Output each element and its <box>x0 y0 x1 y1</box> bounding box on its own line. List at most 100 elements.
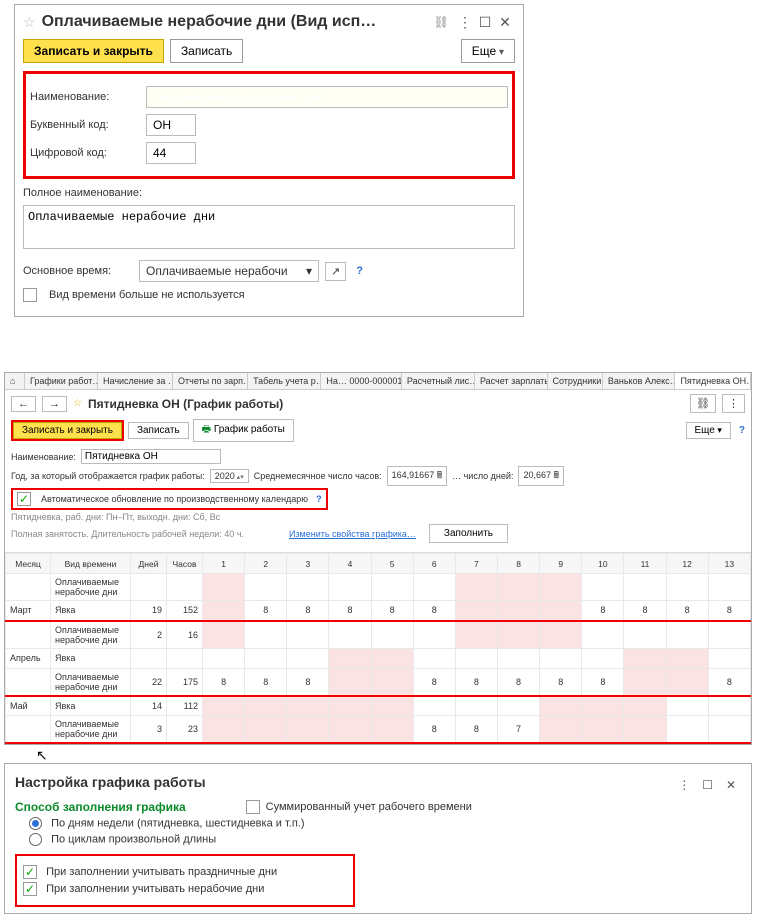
kebab-icon[interactable]: ⋮ <box>455 14 475 31</box>
kebab-icon[interactable]: ⋮ <box>674 778 694 792</box>
favorite-icon[interactable]: ☆ <box>23 14 36 31</box>
window-title: Оплачиваемые нерабочие дни (Вид исп… <box>42 13 428 31</box>
tab-item[interactable]: Сотрудники× <box>548 373 603 389</box>
auto-update-checkbox[interactable] <box>17 492 31 506</box>
cursor-pointer-icon: ↖ <box>36 747 48 764</box>
fullname-textarea[interactable]: Оплачиваемые нерабочие дни <box>23 205 515 249</box>
link-icon[interactable]: ⛓ <box>434 15 449 29</box>
tab-item[interactable]: Отчеты по зарп…× <box>173 373 248 389</box>
by-cycles-label: По циклам произвольной длины <box>51 833 216 845</box>
name-label: Наименование: <box>11 452 76 462</box>
fullname-label: Полное наименование: <box>23 187 142 199</box>
digit-code-label: Цифровой код: <box>30 147 140 159</box>
subtitlebar: ← → ☆ Пятидневка ОН (График работы) ⛓ ⋮ <box>5 390 751 417</box>
summarized-checkbox[interactable] <box>246 800 260 814</box>
tab-item[interactable]: На… 0000-0000010× <box>321 373 402 389</box>
nav-fwd-button[interactable]: → <box>42 396 67 412</box>
schedule-settings-dialog: Настройка графика работы ⋮ ☐ ✕ Способ за… <box>4 763 752 914</box>
name-input[interactable] <box>81 449 221 464</box>
tab-item[interactable]: Графики работ…× <box>25 373 98 389</box>
chevron-down-icon: ▾ <box>306 264 312 278</box>
tab-item[interactable]: Начисление за …× <box>98 373 173 389</box>
highlight-checks: При заполнении учитывать праздничные дни… <box>15 854 355 907</box>
work-schedule-window: ⌂ Графики работ…× Начисление за …× Отчет… <box>4 372 752 745</box>
link-icon[interactable]: ⛓ <box>690 394 716 413</box>
time-kind-dialog: ☆ Оплачиваемые нерабочие дни (Вид исп… ⛓… <box>14 4 524 317</box>
base-time-label: Основное время: <box>23 265 133 277</box>
tab-item[interactable]: Расчетный лис…× <box>402 373 475 389</box>
auto-update-label: Автоматическое обновление по производств… <box>41 494 308 504</box>
year-label: Год, за который отображается график рабо… <box>11 471 205 481</box>
base-time-value: Оплачиваемые нерабочи <box>146 264 302 278</box>
page-title: Настройка графика работы <box>15 774 674 790</box>
titlebar: ☆ Оплачиваемые нерабочие дни (Вид исп… ⛓… <box>23 13 515 31</box>
unused-label: Вид времени больше не используется <box>49 289 245 301</box>
consider-nonworkdays-checkbox[interactable] <box>23 882 37 896</box>
schedule-form: Наименование: Год, за который отображает… <box>5 444 751 548</box>
highlighted-fields: Наименование: Буквенный код: Цифровой ко… <box>23 71 515 179</box>
highlight-save-close: Записать и закрыть <box>11 420 124 441</box>
consider-nonworkdays-label: При заполнении учитывать нерабочие дни <box>46 883 264 895</box>
tab-item[interactable]: Табель учета р…× <box>248 373 321 389</box>
favorite-icon[interactable]: ☆ <box>73 398 82 409</box>
consider-holidays-label: При заполнении учитывать праздничные дни <box>46 866 277 878</box>
close-icon[interactable]: ✕ <box>721 778 741 792</box>
consider-holidays-checkbox[interactable] <box>23 865 37 879</box>
table-row[interactable]: Оплачиваемые нерабочие дни22175 88888888… <box>6 668 751 696</box>
titlebar: Настройка графика работы ⋮ ☐ ✕ <box>15 770 741 800</box>
unused-checkbox[interactable] <box>23 288 37 302</box>
digit-code-input[interactable] <box>146 142 196 164</box>
close-icon[interactable]: ✕ <box>495 14 515 31</box>
by-weekdays-radio[interactable] <box>29 817 42 830</box>
schedule-grid[interactable]: МесяцВид времениДнейЧасов 12345678910111… <box>5 552 751 744</box>
schedule-print-button[interactable]: 🖶 График работы <box>193 419 294 442</box>
tab-item-active[interactable]: Пятидневка ОН…× <box>675 373 751 389</box>
days-label: … число дней: <box>452 471 513 481</box>
highlight-auto-update: Автоматическое обновление по производств… <box>11 488 328 510</box>
command-bar: Записать и закрыть Записать Еще <box>23 39 515 63</box>
table-header-row: МесяцВид времениДнейЧасов 12345678910111… <box>6 554 751 574</box>
avg-hours-field[interactable]: 164,91667 🖩 <box>387 466 447 486</box>
save-button[interactable]: Записать <box>170 39 243 63</box>
help-icon[interactable]: ? <box>316 494 322 504</box>
method-heading: Способ заполнения графика <box>15 800 186 814</box>
by-cycles-radio[interactable] <box>29 833 42 846</box>
table-row[interactable]: Оплачиваемые нерабочие дни323 887 <box>6 716 751 744</box>
table-row[interactable]: АпрельЯвка <box>6 648 751 668</box>
year-input[interactable]: 2020 <box>210 469 249 483</box>
open-ref-button[interactable]: ↗ <box>325 262 346 281</box>
change-props-link[interactable]: Изменить свойства графика… <box>289 529 416 539</box>
maximize-icon[interactable]: ☐ <box>698 778 718 792</box>
table-row[interactable]: МайЯвка14112 <box>6 696 751 716</box>
maximize-icon[interactable]: ☐ <box>475 14 495 31</box>
days-field[interactable]: 20,667 🖩 <box>518 466 563 486</box>
letter-code-input[interactable] <box>146 114 196 136</box>
kebab-icon[interactable]: ⋮ <box>722 394 745 413</box>
command-bar: Записать и закрыть Записать 🖶 График раб… <box>5 417 751 444</box>
avg-hours-label: Среднемесячное число часов: <box>254 471 382 481</box>
base-time-dropdown[interactable]: Оплачиваемые нерабочи ▾ <box>139 260 319 282</box>
table-row[interactable]: Оплачиваемые нерабочие дни <box>6 574 751 601</box>
name-input[interactable] <box>146 86 508 108</box>
help-icon[interactable]: ? <box>356 265 363 277</box>
nav-back-button[interactable]: ← <box>11 396 36 412</box>
page-title: Пятидневка ОН (График работы) <box>88 397 283 411</box>
more-button[interactable]: Еще <box>686 422 731 439</box>
tab-item[interactable]: Ваньков Алекс…× <box>603 373 676 389</box>
summarized-label: Суммированный учет рабочего времени <box>266 801 472 813</box>
table-row[interactable]: МартЯвка19152 888888888 <box>6 601 751 621</box>
schedule-info-1: Пятидневка, раб. дни: Пн–Пт, выходн. дни… <box>11 512 220 522</box>
save-close-button[interactable]: Записать и закрыть <box>23 39 164 63</box>
by-weekdays-label: По дням недели (пятидневка, шестидневка … <box>51 817 304 829</box>
schedule-info-2: Полная занятость. Длительность рабочей н… <box>11 529 244 539</box>
save-close-button[interactable]: Записать и закрыть <box>13 422 122 439</box>
tab-bar: ⌂ Графики работ…× Начисление за …× Отчет… <box>5 373 751 390</box>
name-label: Наименование: <box>30 91 140 103</box>
more-button[interactable]: Еще <box>461 39 515 63</box>
help-icon[interactable]: ? <box>739 425 745 436</box>
fill-button[interactable]: Заполнить <box>429 524 508 543</box>
table-row[interactable]: Оплачиваемые нерабочие дни216 <box>6 621 751 649</box>
tab-item[interactable]: Расчет зарплаты× <box>475 373 548 389</box>
save-button[interactable]: Записать <box>128 422 189 439</box>
home-tab[interactable]: ⌂ <box>5 373 25 389</box>
